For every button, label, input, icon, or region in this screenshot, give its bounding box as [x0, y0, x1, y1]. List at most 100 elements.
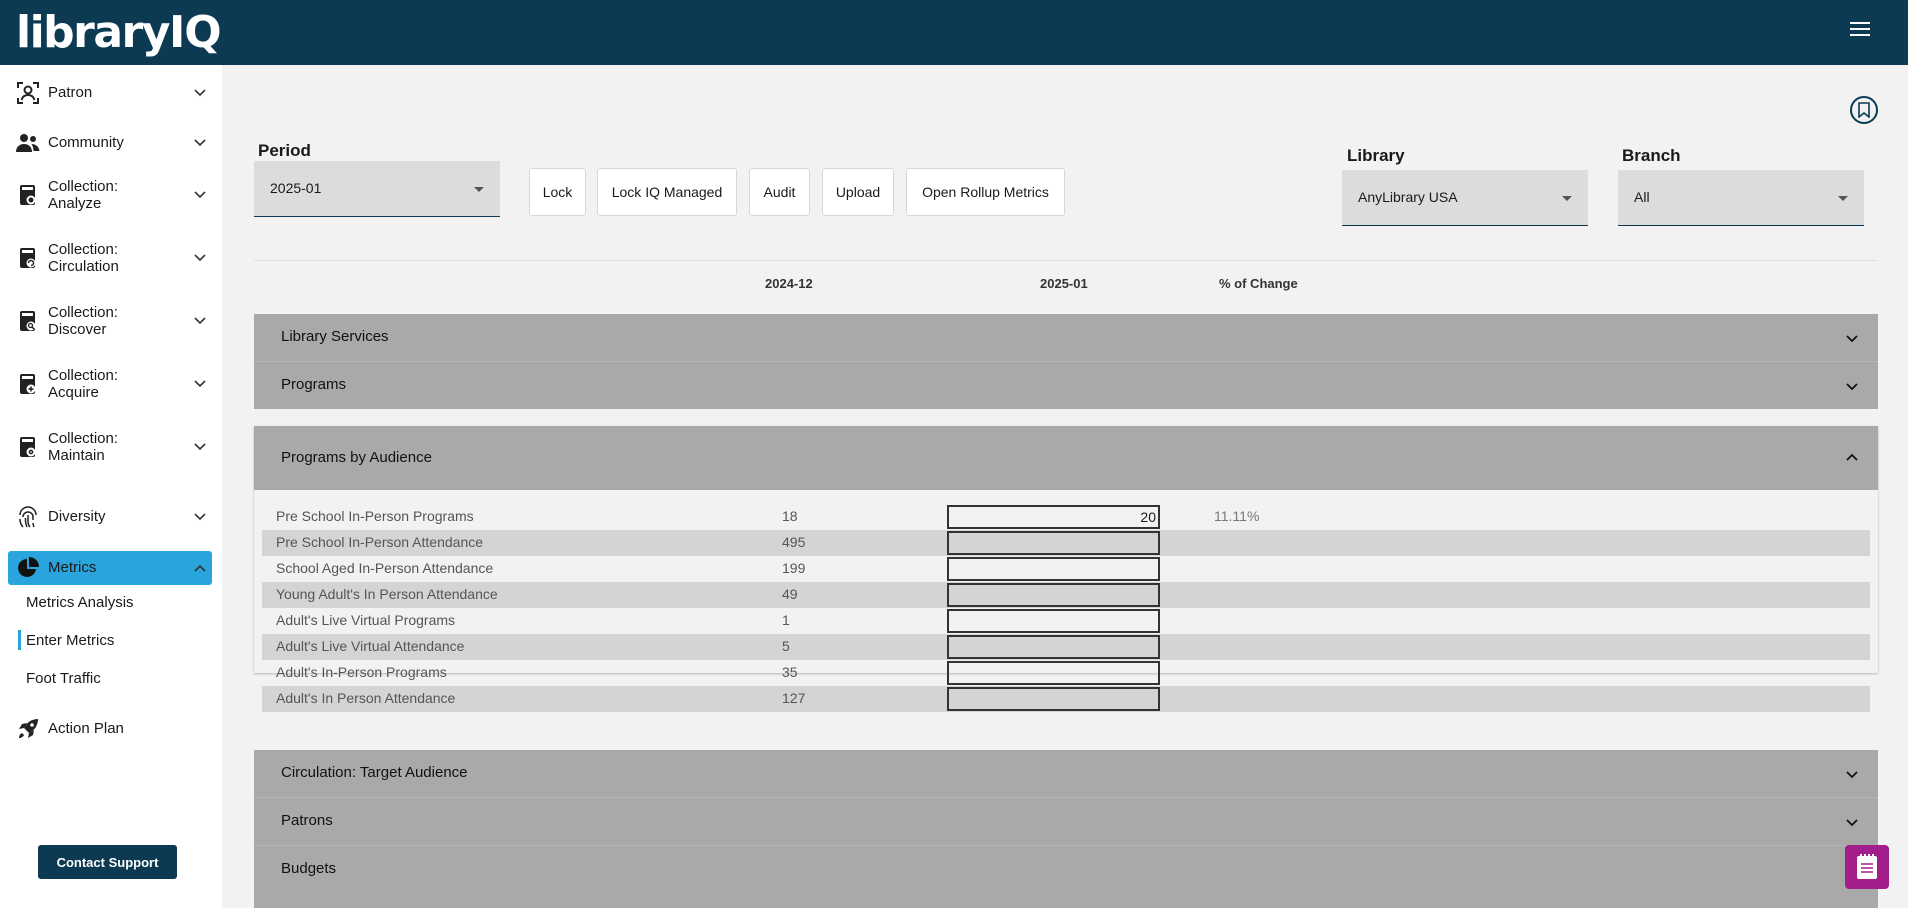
chevron-up-icon [194, 564, 206, 572]
metric-input[interactable] [947, 661, 1160, 685]
sidebar-item-label: Diversity [48, 508, 106, 525]
notes-button[interactable] [1845, 845, 1889, 889]
metric-label: School Aged In-Person Attendance [276, 560, 494, 576]
section-title: Budgets [281, 860, 337, 877]
lock-button[interactable]: Lock [529, 168, 586, 216]
dropdown-arrow-icon [1838, 196, 1848, 201]
main-content: Period 2025-01 Lock Lock IQ Managed Audi… [222, 65, 1908, 908]
library-select[interactable]: AnyLibrary USA [1342, 170, 1588, 226]
sidebar-subitem-enter-metrics[interactable]: Enter Metrics [26, 632, 114, 649]
sidebar-item-label: Collection: Discover [48, 304, 119, 338]
section-programs-by-audience: Programs by Audience Pre School In-Perso… [254, 426, 1878, 712]
rocket-icon [19, 719, 38, 738]
metric-input[interactable] [947, 635, 1160, 659]
column-header-curr: 2025-01 [1040, 276, 1088, 291]
metric-label: Adult's Live Virtual Attendance [276, 638, 465, 654]
metric-prev-value: 18 [782, 508, 798, 524]
patron-icon [17, 82, 39, 104]
metric-prev-value: 5 [782, 638, 790, 654]
notepad-icon [1857, 854, 1877, 879]
section-group-bottom: Circulation: Target Audience Patrons Bud… [254, 750, 1878, 908]
chevron-down-icon [1846, 771, 1858, 779]
metric-prev-value: 495 [782, 534, 806, 550]
chevron-down-icon [1846, 819, 1858, 827]
section-title: Patrons [281, 812, 333, 829]
table-row: Adult's In Person Attendance 127 [262, 686, 1870, 712]
chevron-down-icon [194, 139, 206, 147]
period-select-value: 2025-01 [270, 180, 322, 196]
collection-analyze-icon [20, 185, 36, 205]
contact-support-button[interactable]: Contact Support [38, 845, 177, 879]
logo-text-iq: IQ [168, 7, 222, 58]
metric-prev-value: 35 [782, 664, 798, 680]
table-row: Adult's Live Virtual Attendance 5 [262, 634, 1870, 660]
collection-maintain-icon [20, 437, 36, 457]
metric-input[interactable] [947, 531, 1160, 555]
sidebar-subitem-foot-traffic[interactable]: Foot Traffic [26, 670, 101, 687]
chevron-down-icon [194, 89, 206, 97]
metric-prev-value: 1 [782, 612, 790, 628]
upload-button[interactable]: Upload [822, 168, 894, 216]
sidebar-item-label: Patron [48, 84, 93, 101]
dropdown-arrow-icon [1562, 196, 1572, 201]
sidebar-item-action-plan[interactable]: Action Plan [8, 711, 212, 747]
section-patrons[interactable]: Patrons [254, 797, 1878, 845]
selected-indicator [18, 630, 21, 650]
audit-button[interactable]: Audit [749, 168, 810, 216]
table-row: School Aged In-Person Attendance 199 [262, 556, 1870, 582]
section-budgets[interactable]: Budgets [254, 845, 1878, 893]
metric-label: Young Adult's In Person Attendance [276, 586, 498, 602]
section-title: Circulation: Target Audience [281, 764, 468, 781]
metric-input[interactable] [947, 505, 1160, 529]
sidebar-subitem-metrics-analysis[interactable]: Metrics Analysis [26, 594, 134, 611]
sidebar-item-label: Metrics [48, 559, 97, 576]
sidebar-item-label: Action Plan [48, 720, 124, 737]
sidebar-item-metrics[interactable]: Metrics [8, 551, 212, 585]
sidebar: Patron Community Collection: Analyze Coll… [0, 65, 222, 908]
sidebar-item-community[interactable]: Community [8, 125, 212, 161]
sidebar-item-collection-acquire[interactable]: Collection: Acquire [8, 362, 212, 406]
metric-label: Pre School In-Person Programs [276, 508, 474, 524]
logo-text-library: library [16, 7, 170, 58]
metric-input[interactable] [947, 609, 1160, 633]
section-programs[interactable]: Programs [254, 361, 1878, 409]
branch-select-value: All [1634, 189, 1650, 205]
bookmark-icon[interactable] [1850, 96, 1878, 124]
section-group-top: Library Services Programs [254, 314, 1878, 409]
metric-input[interactable] [947, 687, 1160, 711]
column-header-prev: 2024-12 [765, 276, 813, 291]
chevron-down-icon [194, 513, 206, 521]
metric-input[interactable] [947, 583, 1160, 607]
open-rollup-metrics-button[interactable]: Open Rollup Metrics [906, 168, 1065, 216]
lock-iq-managed-button[interactable]: Lock IQ Managed [597, 168, 737, 216]
section-title: Programs by Audience [281, 449, 432, 466]
sidebar-item-label: Collection: Acquire [48, 367, 119, 401]
period-select[interactable]: 2025-01 [254, 161, 500, 217]
sidebar-item-collection-discover[interactable]: Collection: Discover [8, 299, 212, 343]
table-row: Pre School In-Person Attendance 495 [262, 530, 1870, 556]
sidebar-item-patron[interactable]: Patron [8, 75, 212, 111]
period-label: Period [258, 141, 311, 160]
community-icon [16, 134, 40, 152]
metric-prev-value: 49 [782, 586, 798, 602]
sidebar-item-collection-maintain[interactable]: Collection: Maintain [8, 425, 212, 469]
metric-label: Adult's In-Person Programs [276, 664, 447, 680]
hamburger-menu-icon[interactable] [1850, 22, 1870, 40]
section-circulation-target-audience[interactable]: Circulation: Target Audience [254, 750, 1878, 797]
fingerprint-icon [19, 506, 37, 528]
section-title: Programs [281, 376, 347, 393]
sidebar-item-diversity[interactable]: Diversity [8, 499, 212, 535]
sidebar-item-collection-circulation[interactable]: Collection: Circulation [8, 236, 212, 280]
sidebar-item-collection-analyze[interactable]: Collection: Analyze [8, 173, 212, 217]
top-bar: libraryIQ [0, 0, 1908, 65]
table-row: Adult's Live Virtual Programs 1 [262, 608, 1870, 634]
pie-chart-icon [18, 557, 39, 577]
metric-label: Pre School In-Person Attendance [276, 534, 484, 550]
chevron-up-icon [1846, 453, 1858, 461]
library-iq-logo[interactable]: libraryIQ [16, 7, 222, 58]
library-label: Library [1347, 146, 1405, 165]
branch-select[interactable]: All [1618, 170, 1864, 226]
section-library-services[interactable]: Library Services [254, 314, 1878, 361]
section-header-programs-by-audience[interactable]: Programs by Audience [254, 426, 1878, 490]
metric-input[interactable] [947, 557, 1160, 581]
